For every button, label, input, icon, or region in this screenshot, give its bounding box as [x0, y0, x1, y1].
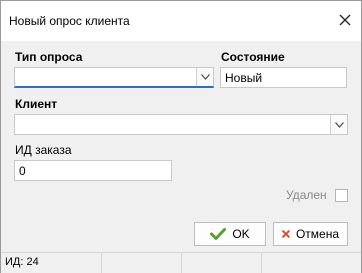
checkmark-icon [210, 228, 227, 240]
close-icon [339, 14, 351, 26]
deleted-label: Удален [286, 188, 327, 202]
ok-button[interactable]: OK [194, 222, 266, 246]
client-combobox[interactable] [14, 114, 348, 135]
survey-type-dropdown-button[interactable] [196, 68, 213, 86]
chevron-down-icon [200, 74, 210, 80]
ok-label: OK [232, 227, 250, 241]
client-label: Клиент [15, 97, 58, 111]
survey-type-combobox[interactable] [14, 67, 214, 88]
close-button[interactable] [335, 10, 355, 30]
order-id-label: ИД заказа [15, 143, 72, 157]
status-segment-3 [181, 253, 262, 273]
state-field[interactable]: Новый [220, 67, 347, 88]
status-segment-2 [101, 253, 182, 273]
window-title: Новый опрос клиента [9, 14, 130, 28]
state-label: Состояние [221, 50, 285, 64]
deleted-checkbox[interactable] [335, 189, 348, 202]
cancel-button[interactable]: Отмена [273, 222, 348, 246]
status-segment-id: ИД: 24 [1, 253, 102, 273]
dialog-window: Новый опрос клиента Тип опроса Состояние… [0, 0, 362, 273]
cancel-label: Отмена [295, 227, 339, 241]
survey-type-label: Тип опроса [15, 50, 83, 64]
status-id-text: ИД: 24 [5, 256, 39, 268]
order-id-field[interactable]: 0 [14, 160, 172, 181]
chevron-down-icon [334, 121, 344, 128]
client-dropdown-button[interactable] [330, 115, 347, 134]
title-bar: Новый опрос клиента [1, 1, 361, 41]
cancel-x-icon [282, 230, 290, 238]
status-bar: ИД: 24 [1, 252, 361, 273]
